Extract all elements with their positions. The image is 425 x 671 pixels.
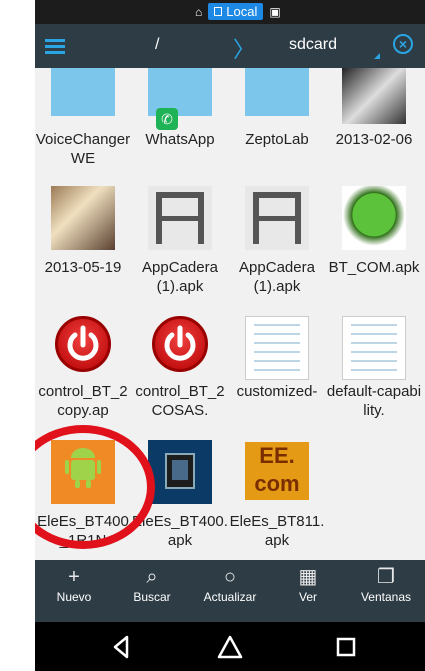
file-name: default-capability.	[326, 383, 422, 419]
file-name: 2013-05-19	[44, 259, 122, 276]
file-item[interactable]: default-capability.	[326, 314, 422, 424]
file-item[interactable]: EE. com EleEs_BT811.apk	[229, 440, 325, 558]
android-bug-thumbnail	[342, 186, 406, 250]
bottom-toolbar: + Nuevo ⌕ Buscar ○ Actualizar ▦ Ver ❐ Ve…	[35, 560, 425, 622]
toolbar-label: Buscar	[133, 590, 171, 604]
status-bar: ⌂ Local ▣	[35, 0, 425, 24]
storage-badge[interactable]: Local	[208, 3, 264, 20]
file-name: customized-	[236, 383, 318, 400]
grid-icon: ▦	[298, 566, 318, 588]
photo-thumbnail	[342, 68, 406, 124]
apk-thumbnail	[245, 186, 309, 250]
file-item[interactable]: control_BT_2copy.ap	[35, 314, 131, 424]
breadcrumb-current[interactable]: sdcard	[289, 36, 337, 54]
app-header: / 〉 sdcard ×	[35, 24, 425, 68]
windows-icon: ❐	[377, 566, 395, 588]
file-name: EleEs_BT400.apk	[132, 513, 228, 549]
chevron-right-icon: 〉	[233, 37, 256, 62]
search-button[interactable]: ⌕ Buscar	[113, 560, 191, 622]
document-icon	[245, 316, 309, 380]
whatsapp-icon: ✆	[156, 108, 178, 130]
file-item[interactable]: control_BT_2COSAS.	[132, 314, 228, 424]
dropdown-corner-icon[interactable]	[374, 53, 380, 59]
file-name: AppCadera(1).apk	[239, 259, 315, 295]
windows-button[interactable]: ❐ Ventanas	[347, 560, 425, 622]
document-icon	[342, 316, 406, 380]
home-status-icon: ⌂	[195, 4, 203, 19]
clipboard-icon: ▣	[269, 4, 281, 19]
phone-screen: ⌂ Local ▣ / 〉 sdcard × VoiceChangerWE ✆ …	[35, 0, 425, 671]
storage-label: Local	[226, 4, 258, 19]
circuit-board-icon	[148, 440, 212, 504]
power-icon	[152, 316, 208, 372]
toolbar-label: Ventanas	[360, 590, 412, 604]
new-button[interactable]: + Nuevo	[35, 560, 113, 622]
file-name: control_BT_2COSAS.	[135, 383, 225, 419]
search-icon: ⌕	[146, 566, 158, 588]
file-item[interactable]: customized-	[229, 314, 325, 424]
toolbar-label: Ver	[298, 590, 317, 604]
refresh-icon: ○	[223, 566, 237, 588]
folder-icon	[245, 68, 309, 116]
path-root[interactable]: /	[155, 36, 159, 54]
toolbar-label: Actualizar	[203, 590, 257, 604]
file-item[interactable]: AppCadera (1).apk	[132, 186, 228, 302]
file-item[interactable]: VoiceChangerWE	[35, 68, 131, 188]
file-item[interactable]: BT_COM.apk	[326, 186, 422, 302]
file-name: WhatsApp	[145, 131, 215, 148]
storage-icon	[214, 7, 223, 16]
home-icon[interactable]	[215, 632, 245, 662]
file-name: control_BT_2copy.ap	[38, 383, 128, 419]
view-button[interactable]: ▦ Ver	[269, 560, 347, 622]
menu-icon[interactable]	[45, 36, 65, 56]
file-item[interactable]: 2013-02-06	[326, 68, 422, 188]
power-icon	[55, 316, 111, 372]
file-item[interactable]: AppCadera(1).apk	[229, 186, 325, 302]
recents-icon[interactable]	[331, 632, 361, 662]
folder-icon	[51, 68, 115, 116]
system-nav-bar	[35, 622, 425, 671]
plus-icon: +	[68, 566, 80, 588]
file-name: AppCadera (1).apk	[142, 259, 218, 295]
file-name: EleEs_BT811.apk	[229, 513, 325, 549]
close-icon[interactable]: ×	[393, 34, 413, 54]
photo-thumbnail	[51, 186, 115, 250]
file-name: BT_COM.apk	[328, 259, 420, 276]
ee-logo-icon: EE. com	[245, 442, 309, 500]
file-name: VoiceChangerWE	[35, 131, 131, 167]
file-name: 2013-02-06	[335, 131, 413, 148]
file-item[interactable]: 2013-05-19	[35, 186, 131, 302]
file-item[interactable]: ✆ WhatsApp	[132, 68, 228, 188]
back-icon[interactable]	[107, 632, 137, 662]
file-item[interactable]: ZeptoLab	[229, 68, 325, 188]
file-name: ZeptoLab	[245, 131, 309, 148]
toolbar-label: Nuevo	[56, 590, 92, 604]
apk-thumbnail	[148, 186, 212, 250]
refresh-button[interactable]: ○ Actualizar	[191, 560, 269, 622]
